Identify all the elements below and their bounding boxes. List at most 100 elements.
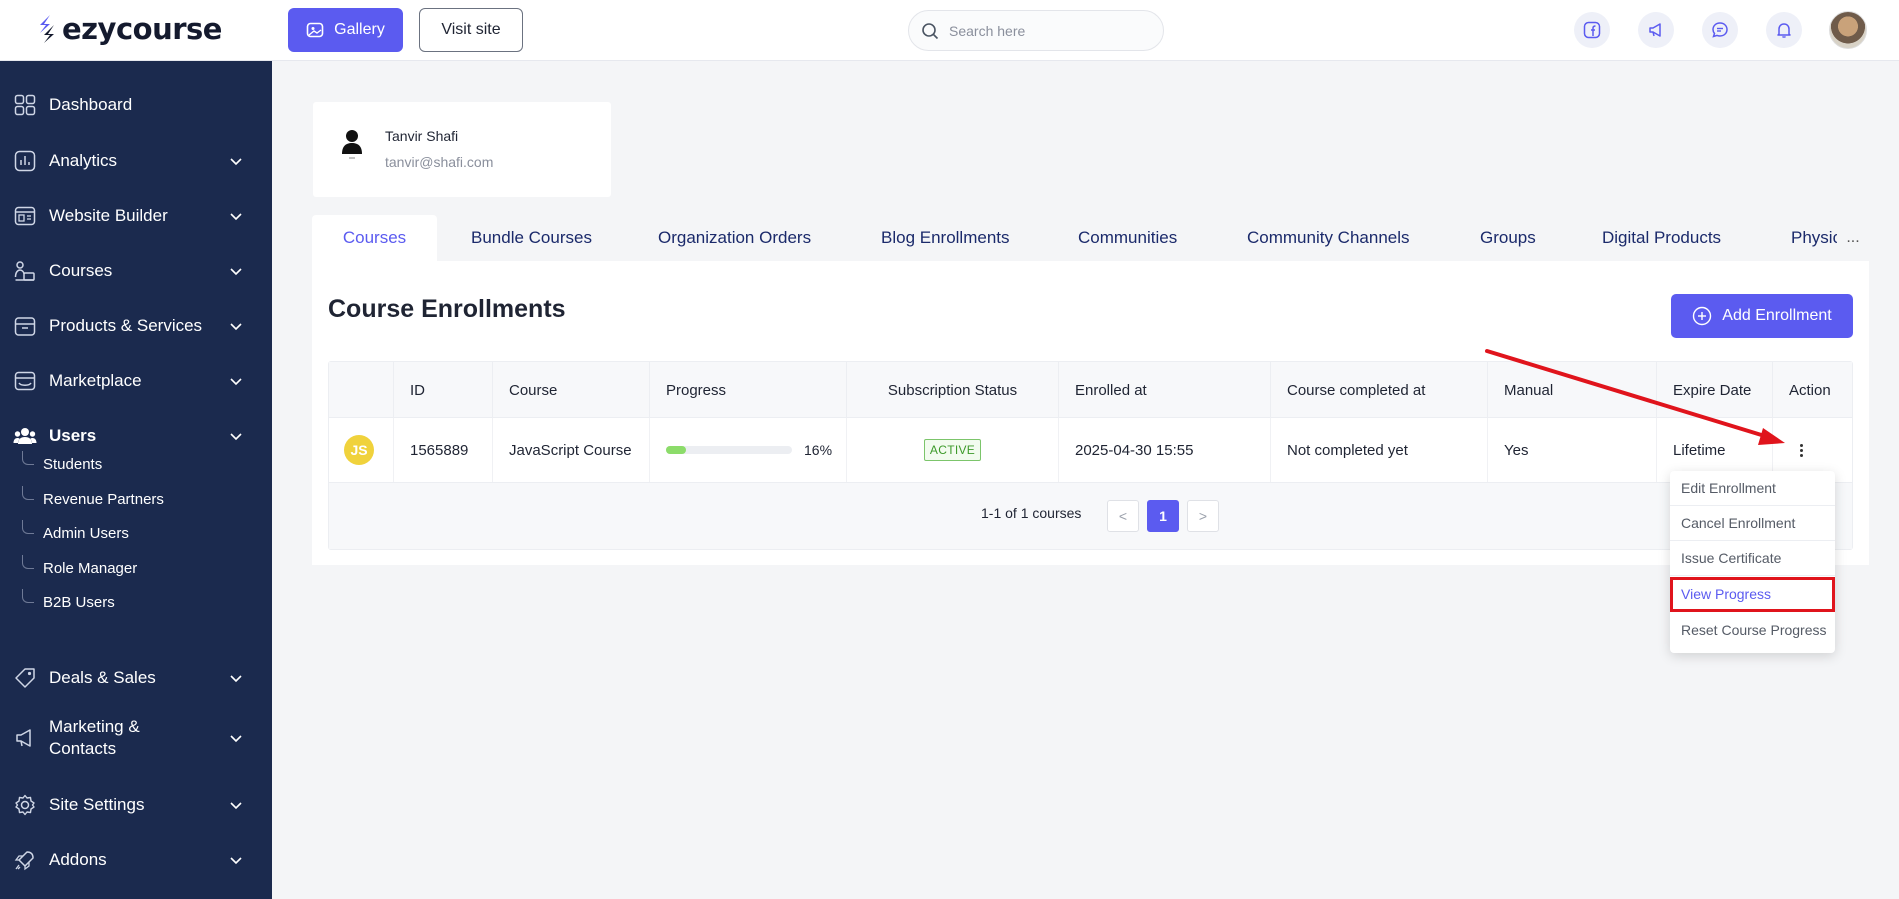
sidebar-item-analytics[interactable]: Analytics [0,141,272,181]
sidebar-item-site-settings[interactable]: Site Settings [0,785,272,825]
status-badge: ACTIVE [923,439,982,461]
users-icon [13,424,37,448]
tab-digital-products[interactable]: Digital Products [1602,215,1721,261]
sidebar-subitem-students[interactable]: Students [22,450,262,478]
facebook-icon[interactable] [1574,12,1610,48]
plus-circle-icon [1693,306,1712,326]
progress-fill [666,446,687,454]
cell-progress: 16% [650,418,847,482]
cell-course: JavaScript Course [493,418,650,482]
page-title: Course Enrollments [328,295,566,323]
more-vertical-icon[interactable] [1795,440,1807,460]
chevron-down-icon [230,378,242,386]
analytics-icon [13,149,37,173]
sidebar-item-dashboard[interactable]: Dashboard [0,85,272,125]
table-row[interactable]: JS 1565889 JavaScript Course 16% ACTIVE … [329,418,1852,483]
user-icon [342,130,362,159]
menu-item-issue-certificate[interactable]: Issue Certificate [1670,541,1835,576]
add-enrollment-button[interactable]: Add Enrollment [1671,294,1853,338]
tab-organization-orders[interactable]: Organization Orders [658,215,811,261]
marketplace-icon [13,369,37,393]
website-builder-icon [13,204,37,228]
column-header: Progress [650,362,847,418]
chevron-down-icon [230,323,242,331]
tree-branch [22,520,34,534]
tab-physical-products[interactable]: Physical Products [1791,215,1837,261]
search-box[interactable] [908,10,1164,51]
sidebar-subitem-role-manager[interactable]: Role Manager [22,554,262,582]
sidebar-item-website-builder[interactable]: Website Builder [0,196,272,236]
page-1-button[interactable]: 1 [1147,500,1179,532]
progress-percent: 16% [804,442,833,458]
sidebar-item-courses[interactable]: Courses [0,251,272,291]
visit-site-button[interactable]: Visit site [419,8,523,52]
top-bar: ezycourse Gallery Visit site [0,0,1899,61]
gear-icon [13,793,37,817]
bell-icon[interactable] [1766,12,1802,48]
sidebar-subitem-label: B2B Users [43,593,115,611]
search-icon [922,22,939,39]
chevron-down-icon [230,213,242,221]
course-enrollments-panel: Course Enrollments Add Enrollment ID Cou… [312,261,1869,565]
enrollments-table: ID Course Progress Subscription Status E… [328,361,1853,550]
cell-status: ACTIVE [847,418,1059,482]
tree-branch [22,555,34,569]
sidebar-item-label: Website Builder [49,206,168,225]
sidebar-item-label: Products & Services [49,316,203,335]
rocket-icon [13,848,37,872]
sidebar-subitem-revenue-partners[interactable]: Revenue Partners [22,485,262,513]
sidebar-item-deals-sales[interactable]: Deals & Sales [0,658,272,698]
dashboard-icon [13,93,37,117]
chevron-down-icon [230,433,242,441]
table-header: ID Course Progress Subscription Status E… [329,362,1852,418]
sidebar-item-label: Dashboard [49,95,133,114]
chevron-down-icon [230,735,242,743]
tab-groups[interactable]: Groups [1480,215,1536,261]
search-input[interactable] [949,22,1149,39]
menu-item-cancel-enrollment[interactable]: Cancel Enrollment [1670,506,1835,541]
gallery-button[interactable]: Gallery [288,8,403,52]
avatar[interactable] [1829,11,1867,49]
logo-mark-icon [40,15,54,43]
sidebar-item-label: Users [49,426,97,445]
progress-bar [666,446,792,454]
sidebar-item-marketplace[interactable]: Marketplace [0,361,272,401]
sidebar-item-marketing-contacts[interactable]: Marketing & Contacts [0,713,272,763]
tab-blog-enrollments[interactable]: Blog Enrollments [881,215,1010,261]
megaphone-icon [13,726,37,750]
megaphone-icon[interactable] [1638,12,1674,48]
tab-community-channels[interactable]: Community Channels [1247,215,1410,261]
chevron-down-icon [230,675,242,683]
sidebar-subitem-label: Role Manager [43,559,138,577]
tab-bundle-courses[interactable]: Bundle Courses [471,215,592,261]
tag-icon [13,666,37,690]
tabs-more-button[interactable]: ... [1837,215,1869,261]
next-page-button[interactable]: > [1187,500,1219,532]
sidebar-subitem-admin-users[interactable]: Admin Users [22,519,262,547]
prev-page-button[interactable]: < [1107,500,1139,532]
cell-id: 1565889 [394,418,493,482]
chat-icon[interactable] [1702,12,1738,48]
gallery-label: Gallery [334,21,385,38]
tab-communities[interactable]: Communities [1078,215,1177,261]
course-thumbnail: JS [329,418,394,482]
sidebar-item-label: Addons [49,850,107,869]
column-header: Manual [1488,362,1657,418]
user-card: Tanvir Shafi tanvir@shafi.com [313,102,611,197]
column-header: Enrolled at [1059,362,1271,418]
sidebar-item-label: Deals & Sales [49,668,156,687]
column-header: Subscription Status [847,362,1059,418]
tree-branch [22,589,34,603]
menu-item-view-progress[interactable]: View Progress [1670,577,1835,612]
sidebar-item-products-services[interactable]: Products & Services [0,306,272,346]
menu-item-edit-enrollment[interactable]: Edit Enrollment [1670,471,1835,506]
sidebar-item-label: Marketing & Contacts [49,717,140,758]
tab-bar: Courses Bundle Courses Organization Orde… [312,215,1869,261]
logo-text: ezycourse [62,12,222,46]
tab-courses[interactable]: Courses [312,215,437,261]
logo[interactable]: ezycourse [36,12,222,46]
menu-item-reset-course-progress[interactable]: Reset Course Progress [1670,612,1835,647]
sidebar-subitem-b2b-users[interactable]: B2B Users [22,588,262,616]
sidebar-item-addons[interactable]: Addons [0,840,272,880]
column-header: Course completed at [1271,362,1488,418]
